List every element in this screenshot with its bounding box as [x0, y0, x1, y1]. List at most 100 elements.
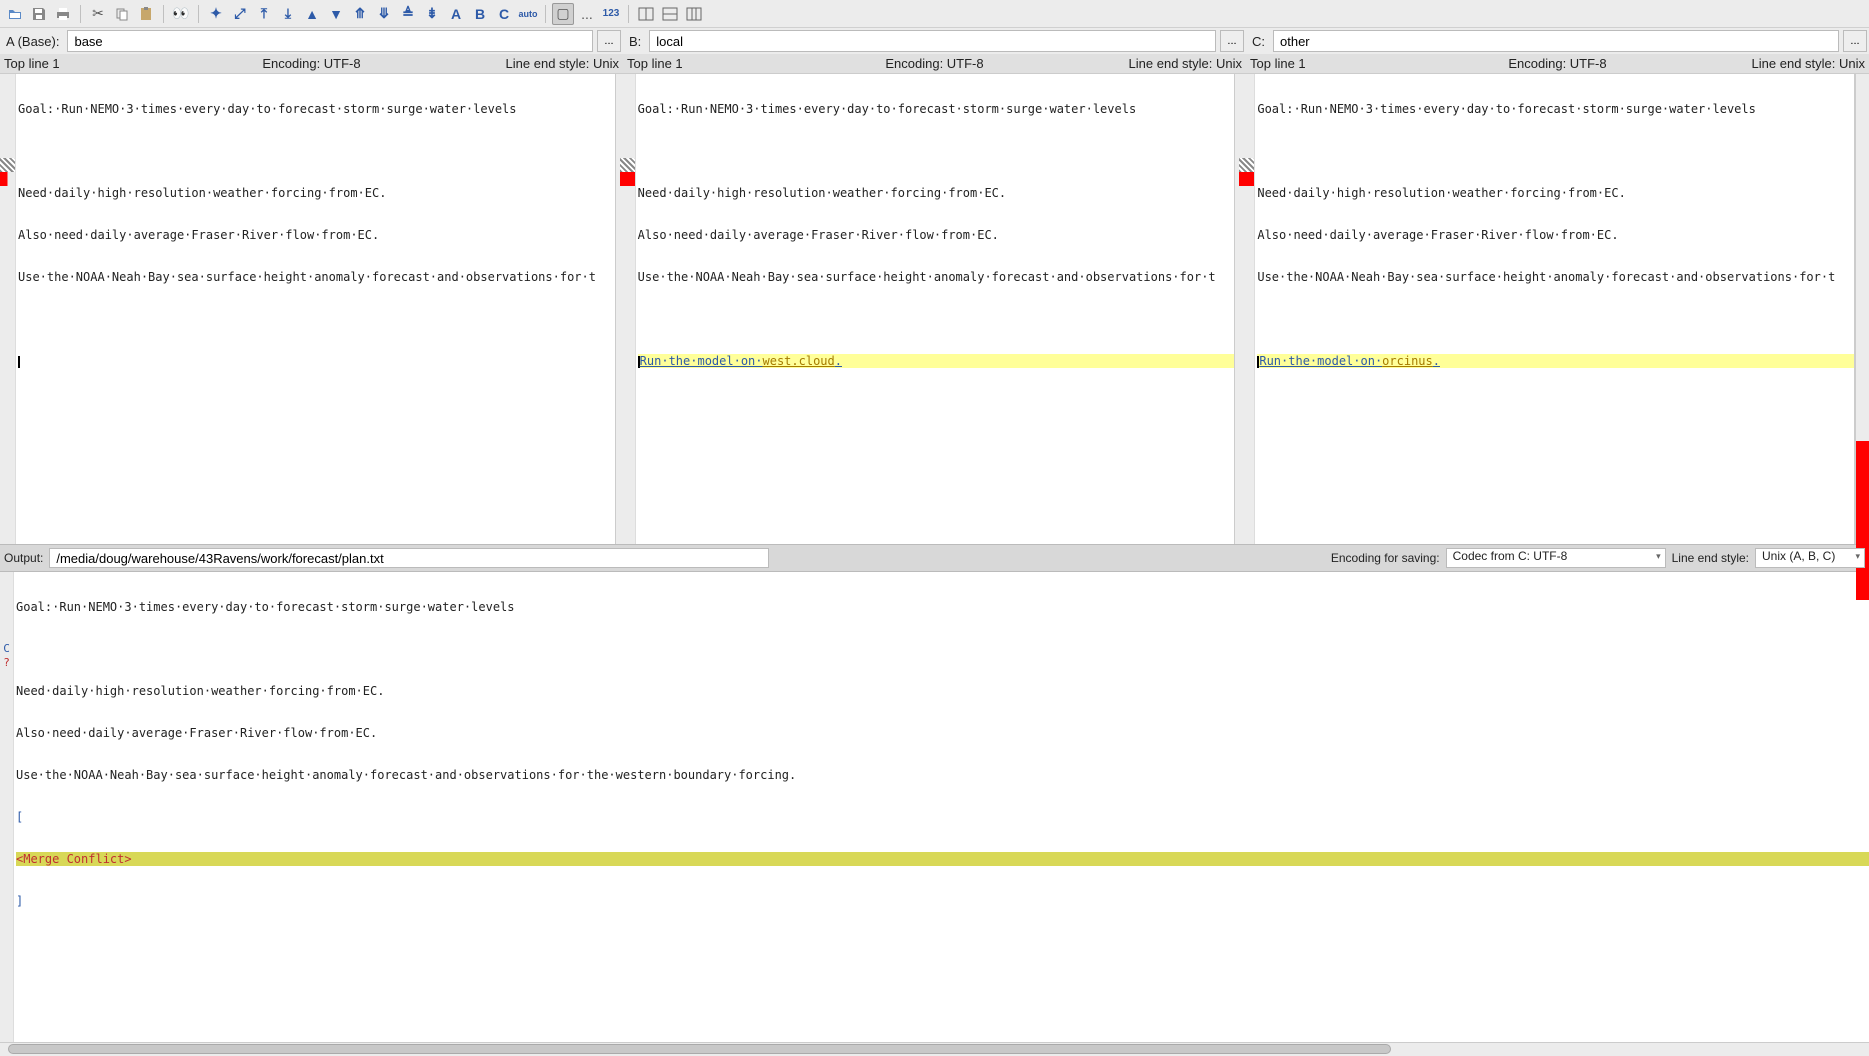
next-diff-icon[interactable]: ▼: [325, 3, 347, 25]
text-area-b[interactable]: Goal:·Run·NEMO·3·times·every·day·to·fore…: [636, 74, 1235, 544]
show-whitespace-icon[interactable]: ▢: [552, 3, 574, 25]
file-c-input[interactable]: [1273, 30, 1839, 52]
gutter-c-mark: C: [0, 642, 13, 656]
diff-panes: Goal:·Run·NEMO·3·times·every·day·to·fore…: [0, 74, 1869, 544]
info-b: Top line 1 Encoding: UTF-8 Line end styl…: [623, 54, 1246, 73]
output-label: Output:: [4, 551, 43, 565]
find-icon[interactable]: 👀: [170, 3, 192, 25]
file-a-browse[interactable]: ...: [597, 30, 621, 52]
output-lineend-label: Line end style:: [1672, 551, 1749, 565]
text-line: Also·need·daily·average·Fraser·River·flo…: [1257, 228, 1854, 242]
scrollbar-thumb[interactable]: [8, 1044, 1391, 1054]
encoding-saving-combo[interactable]: Codec from C: UTF-8: [1446, 548, 1666, 568]
text-line: Also·need·daily·average·Fraser·River·flo…: [16, 726, 1869, 740]
gutter-c: [1239, 74, 1255, 544]
toolbar-separator: [628, 5, 629, 23]
gutter-mark-red: [1239, 172, 1254, 186]
file-b-input[interactable]: [649, 30, 1216, 52]
prev-conflict-icon[interactable]: ⤒: [253, 3, 275, 25]
text-line: [1257, 144, 1854, 158]
encoding-a: Encoding: UTF-8: [209, 56, 414, 71]
encoding-b: Encoding: UTF-8: [832, 56, 1037, 71]
topline-a: Top line 1: [4, 56, 209, 71]
goto-last-diff-icon[interactable]: ⤢: [229, 3, 251, 25]
text-line: Use·the·NOAA·Neah·Bay·sea·surface·height…: [638, 270, 1235, 284]
info-c: Top line 1 Encoding: UTF-8 Line end styl…: [1246, 54, 1869, 73]
select-c-button[interactable]: C: [493, 3, 515, 25]
lineend-c: Line end style: Unix: [1660, 56, 1865, 71]
overview-strip[interactable]: [1855, 74, 1869, 544]
next-conflict-icon[interactable]: ⤓: [277, 3, 299, 25]
encoding-c: Encoding: UTF-8: [1455, 56, 1660, 71]
show-numbers-button[interactable]: 123: [600, 3, 622, 25]
output-lineend-combo[interactable]: Unix (A, B, C): [1755, 548, 1865, 568]
text-line: Use·the·NOAA·Neah·Bay·sea·surface·height…: [1257, 270, 1854, 284]
text-area-a[interactable]: Goal:·Run·NEMO·3·times·every·day·to·fore…: [16, 74, 615, 544]
split-view2-icon[interactable]: [659, 3, 681, 25]
open-icon[interactable]: [4, 3, 26, 25]
text-line: [18, 312, 615, 326]
top-icon[interactable]: ⤊: [349, 3, 371, 25]
text-line: [18, 144, 615, 158]
output-gutter: C ?: [0, 572, 14, 1042]
horizontal-scrollbar[interactable]: [0, 1042, 1869, 1056]
text-line: Need·daily·high·resolution·weather·forci…: [638, 186, 1235, 200]
gutter-q-mark: ?: [0, 656, 13, 670]
text-line: [638, 312, 1235, 326]
merge-conflict-line: <Merge Conflict>: [16, 852, 1869, 866]
show-lineend-icon[interactable]: ...: [576, 3, 598, 25]
gutter-mark-hatched: [1239, 158, 1254, 172]
text-line: Need·daily·high·resolution·weather·forci…: [18, 186, 615, 200]
file-b-header: B: ...: [625, 30, 1244, 52]
text-line: Need·daily·high·resolution·weather·forci…: [1257, 186, 1854, 200]
goto-first-diff-icon[interactable]: ✦: [205, 3, 227, 25]
down-marker-icon[interactable]: ⇟: [421, 3, 443, 25]
text-area-c[interactable]: Goal:·Run·NEMO·3·times·every·day·to·fore…: [1255, 74, 1854, 544]
topline-c: Top line 1: [1250, 56, 1455, 71]
cut-icon[interactable]: ✂: [87, 3, 109, 25]
split-view3-icon[interactable]: [683, 3, 705, 25]
save-icon[interactable]: [28, 3, 50, 25]
select-b-button[interactable]: B: [469, 3, 491, 25]
topline-b: Top line 1: [627, 56, 832, 71]
file-c-header: C: ...: [1248, 30, 1867, 52]
file-a-header: A (Base): ...: [2, 30, 621, 52]
lineend-b: Line end style: Unix: [1037, 56, 1242, 71]
text-line: Goal:·Run·NEMO·3·times·every·day·to·fore…: [16, 600, 1869, 614]
file-header-row: A (Base): ... B: ... C: ...: [0, 28, 1869, 54]
toolbar-separator: [163, 5, 164, 23]
text-line: [638, 144, 1235, 158]
text-line: Use·the·NOAA·Neah·Bay·sea·surface·height…: [16, 768, 1869, 782]
text-line: Use·the·NOAA·Neah·Bay·sea·surface·height…: [18, 270, 615, 284]
gutter-mark-hatched: [620, 158, 635, 172]
file-b-browse[interactable]: ...: [1220, 30, 1244, 52]
toolbar-separator: [198, 5, 199, 23]
output-path-input[interactable]: [49, 548, 769, 568]
text-line: [16, 642, 1869, 656]
file-a-input[interactable]: [67, 30, 593, 52]
bottom-icon[interactable]: ⤋: [373, 3, 395, 25]
text-line-diff: Run·the·model·on·orcinus.: [1257, 354, 1854, 368]
select-a-button[interactable]: A: [445, 3, 467, 25]
text-line-diff: Run·the·model·on·west.cloud.: [638, 354, 1235, 368]
toolbar-separator: [545, 5, 546, 23]
file-c-browse[interactable]: ...: [1843, 30, 1867, 52]
strip-mark-red: [1856, 441, 1869, 601]
pane-a: Goal:·Run·NEMO·3·times·every·day·to·fore…: [0, 74, 616, 544]
main-toolbar: ✂ 👀 ✦ ⤢ ⤒ ⤓ ▲ ▼ ⤊ ⤋ ≜ ⇟ A B C auto ▢ ...…: [0, 0, 1869, 28]
print-icon[interactable]: [52, 3, 74, 25]
auto-solve-button[interactable]: auto: [517, 3, 539, 25]
encoding-saving-label: Encoding for saving:: [1331, 551, 1440, 565]
prev-diff-icon[interactable]: ▲: [301, 3, 323, 25]
copy-icon[interactable]: [111, 3, 133, 25]
info-a: Top line 1 Encoding: UTF-8 Line end styl…: [0, 54, 623, 73]
up-marker-icon[interactable]: ≜: [397, 3, 419, 25]
output-text[interactable]: Goal:·Run·NEMO·3·times·every·day·to·fore…: [14, 572, 1869, 1042]
pane-c: Goal:·Run·NEMO·3·times·every·day·to·fore…: [1239, 74, 1855, 544]
paste-icon[interactable]: [135, 3, 157, 25]
text-line: Also·need·daily·average·Fraser·River·flo…: [18, 228, 615, 242]
toolbar-separator: [80, 5, 81, 23]
split-view1-icon[interactable]: [635, 3, 657, 25]
text-line: Need·daily·high·resolution·weather·forci…: [16, 684, 1869, 698]
pane-b: Goal:·Run·NEMO·3·times·every·day·to·fore…: [620, 74, 1236, 544]
